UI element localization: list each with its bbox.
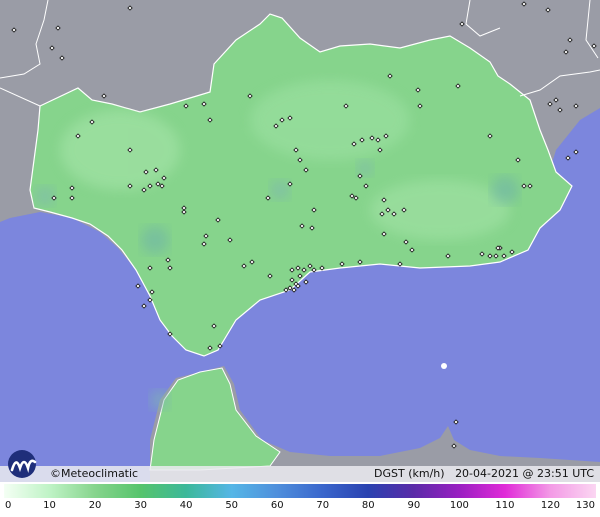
meteoclimatic-logo-icon — [2, 446, 50, 480]
scale-tick-label: 40 — [179, 500, 193, 511]
scale-tick-label: 100 — [449, 500, 469, 511]
scale-tick-label: 110 — [495, 500, 515, 511]
scale-tick-label: 130 — [575, 500, 595, 511]
scale-tick-label: 120 — [540, 500, 560, 511]
scale-tick-label: 90 — [407, 500, 421, 511]
scale-tick-label: 10 — [43, 500, 56, 511]
color-scale-legend: 0 10 20 30 40 50 60 70 80 90 100 110 120 130 — [0, 482, 600, 517]
time-label: @ 23:51 UTC — [522, 467, 595, 480]
map-caption: DGST (km/h) 20-04-2021 @ 23:51 UTC — [374, 467, 594, 481]
scale-tick-label: 70 — [316, 500, 330, 511]
wind-gust-map-view: ©Meteoclimatic DGST (km/h) 20-04-2021 @ … — [0, 0, 600, 517]
scale-tick-label: 50 — [225, 500, 239, 511]
scale-tick-label: 60 — [270, 500, 284, 511]
scale-tick-label: 20 — [88, 500, 102, 511]
sea-marker — [441, 363, 447, 369]
color-scale-gradient — [4, 484, 596, 498]
date-label: 20-04-2021 — [455, 467, 519, 480]
scale-tick-label: 30 — [134, 500, 147, 511]
scale-tick-label: 80 — [361, 500, 375, 511]
map-canvas — [0, 0, 600, 482]
scale-tick-label: 0 — [5, 500, 12, 511]
credit-text: ©Meteoclimatic — [50, 467, 139, 480]
variable-label: DGST (km/h) — [374, 467, 445, 480]
